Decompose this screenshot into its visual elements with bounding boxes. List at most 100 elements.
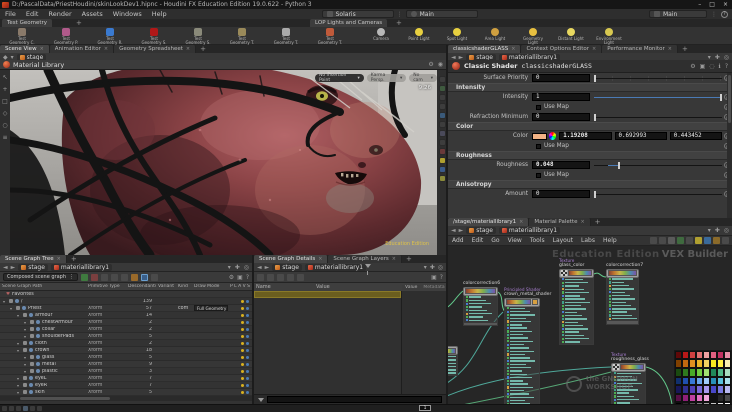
color-swatch[interactable] <box>532 132 547 140</box>
tree-col-0[interactable]: Scene Graph Path <box>0 284 86 289</box>
node-partial[interactable] <box>448 346 458 376</box>
expand-icon[interactable]: ▾ <box>17 313 21 318</box>
color-g-input[interactable]: 0.692993 <box>614 132 667 140</box>
persp-icon[interactable] <box>439 76 446 83</box>
pause-icon[interactable] <box>277 273 284 281</box>
palette-swatch[interactable] <box>696 350 703 360</box>
shelf-tool-test-geometry[interactable]: Test Geometry T. <box>264 27 308 46</box>
net-menu-go[interactable]: Go <box>487 237 503 244</box>
camera-icon[interactable]: ▣ <box>431 274 437 281</box>
side-tab-value[interactable]: Value <box>402 284 421 290</box>
nav-forward-icon[interactable]: ► <box>459 227 464 234</box>
cells-icon[interactable] <box>297 273 304 281</box>
follow-icon[interactable]: ◎ <box>244 264 249 271</box>
play-control[interactable] <box>2 406 7 411</box>
palette-swatch[interactable] <box>717 350 724 360</box>
move-tool-icon[interactable]: + <box>2 86 7 93</box>
palette-swatch[interactable] <box>689 350 696 360</box>
filter-funnel-icon[interactable] <box>258 397 264 409</box>
active-dot-icon[interactable] <box>246 334 249 338</box>
add-pane-tab-4[interactable]: + <box>67 255 81 263</box>
points-icon[interactable] <box>91 273 98 281</box>
active-dot-icon[interactable] <box>246 383 249 387</box>
info-icon[interactable]: ℹ <box>719 63 721 70</box>
palette-swatch[interactable] <box>724 393 731 403</box>
visibility-dot-icon[interactable] <box>241 313 244 317</box>
palette-swatch[interactable] <box>689 393 696 403</box>
splitter[interactable] <box>446 45 448 404</box>
play-control[interactable] <box>9 406 14 411</box>
pin-icon[interactable]: ✚ <box>235 264 240 271</box>
active-dot-icon[interactable] <box>246 390 249 394</box>
add-pane-tab-5[interactable]: + <box>402 255 416 263</box>
expand-icon[interactable]: ▾ <box>24 327 28 332</box>
node-tile[interactable] <box>463 286 498 296</box>
tree-row-Priest[interactable]: ▾Priest Xform 57 com Full Geometry⇅ <box>0 305 252 312</box>
swap-icon[interactable] <box>111 273 118 281</box>
shelf-tab-lop-lights[interactable]: LOP Lights and Cameras <box>310 19 388 27</box>
surface-priority-input[interactable]: 0 <box>532 74 590 82</box>
net-menu-help[interactable]: Help <box>599 237 621 244</box>
help-icon[interactable]: ? <box>440 274 443 281</box>
palette-swatch[interactable] <box>724 350 731 360</box>
mask-icon[interactable] <box>439 139 446 146</box>
amount-input[interactable]: 0 <box>532 190 590 198</box>
grid-icon[interactable] <box>439 103 446 110</box>
expand-icon[interactable]: ▾ <box>17 383 21 388</box>
palette-swatch[interactable] <box>703 350 710 360</box>
tab-performance-monitor[interactable]: Performance Monitor × <box>602 45 678 53</box>
gear-icon[interactable]: ⚙ <box>428 61 433 68</box>
active-dot-icon[interactable] <box>246 306 249 310</box>
menu-file[interactable]: File <box>0 10 21 18</box>
palette-swatch[interactable] <box>689 376 696 386</box>
shelf-tool-area-light[interactable]: Area Light <box>476 27 514 46</box>
tree-row-chestArmour[interactable]: ▾ chestArmour Xform 2 <box>0 319 252 326</box>
net-menu-view[interactable]: View <box>504 237 526 244</box>
net-menu-edit[interactable]: Edit <box>468 237 488 244</box>
shelf-tool-test-geometry[interactable]: Test Geometry S. <box>132 27 176 46</box>
render-viewport[interactable]: No Insertion Point ▾ Karma Persp. ▾ No cam… <box>10 70 437 255</box>
palette-swatch[interactable] <box>682 368 689 377</box>
snapshot-icon[interactable] <box>439 157 446 164</box>
menu-tool-icon[interactable]: ≡ <box>2 134 7 141</box>
palette-swatch[interactable] <box>682 385 689 394</box>
tab-classicshaderglass[interactable]: classicshaderGLASS × <box>448 45 522 53</box>
tree-col-2[interactable]: Descendants <box>126 284 156 289</box>
expand-icon[interactable]: ▾ <box>24 362 28 367</box>
info-icon[interactable]: ◉ <box>438 61 443 68</box>
palette-swatch[interactable] <box>724 368 731 377</box>
tree-row-favorites[interactable]: ♥ Favorites <box>0 291 252 298</box>
tree-row-shoulderPads[interactable]: ▾ shoulderPads Xform 5 <box>0 333 252 340</box>
node-colorcorrection6[interactable]: colorcorrection6 <box>463 281 500 327</box>
tree-col-5[interactable]: Draw Mode <box>192 284 228 289</box>
scene-graph-mode-dropdown[interactable]: Composed scene graph ⋮ <box>3 273 78 281</box>
palette-swatch[interactable] <box>696 393 703 403</box>
expand-icon[interactable]: ▾ <box>17 390 21 395</box>
desktop-selector[interactable]: Solaris <box>321 10 394 18</box>
play-control[interactable] <box>16 406 21 411</box>
col-name[interactable]: Name <box>254 284 314 290</box>
help-icon[interactable]: ? <box>246 274 249 281</box>
active-dot-icon[interactable] <box>246 299 249 303</box>
split-icon[interactable] <box>686 237 693 244</box>
palette-swatch[interactable] <box>710 350 717 360</box>
tab-material-palette[interactable]: Material Palette × <box>529 218 591 226</box>
tab-scene-graph-tree[interactable]: Scene Graph Tree × <box>0 255 67 263</box>
light-icon[interactable] <box>439 121 446 128</box>
expand-icon[interactable]: ▾ <box>24 320 28 325</box>
details-table[interactable] <box>254 291 402 394</box>
palette-swatch[interactable] <box>675 359 682 369</box>
three-icon[interactable] <box>121 273 128 281</box>
visibility-dot-icon[interactable] <box>241 383 244 387</box>
gear-icon[interactable]: ⚙ <box>690 63 695 70</box>
node-glass_color[interactable]: Texture glass_color <box>559 258 594 345</box>
menu-assets[interactable]: Assets <box>77 10 108 18</box>
tree-col-3[interactable]: Variant <box>156 284 176 289</box>
tree-col-1[interactable]: Primitive Type <box>86 284 126 289</box>
palette-swatch[interactable] <box>703 385 710 394</box>
palette-swatch[interactable] <box>689 359 696 369</box>
close-tab-icon[interactable]: × <box>40 46 44 52</box>
visibility-dot-icon[interactable] <box>241 306 244 310</box>
follow-icon[interactable]: ◎ <box>438 264 443 271</box>
help-button[interactable]: ? <box>721 10 728 18</box>
